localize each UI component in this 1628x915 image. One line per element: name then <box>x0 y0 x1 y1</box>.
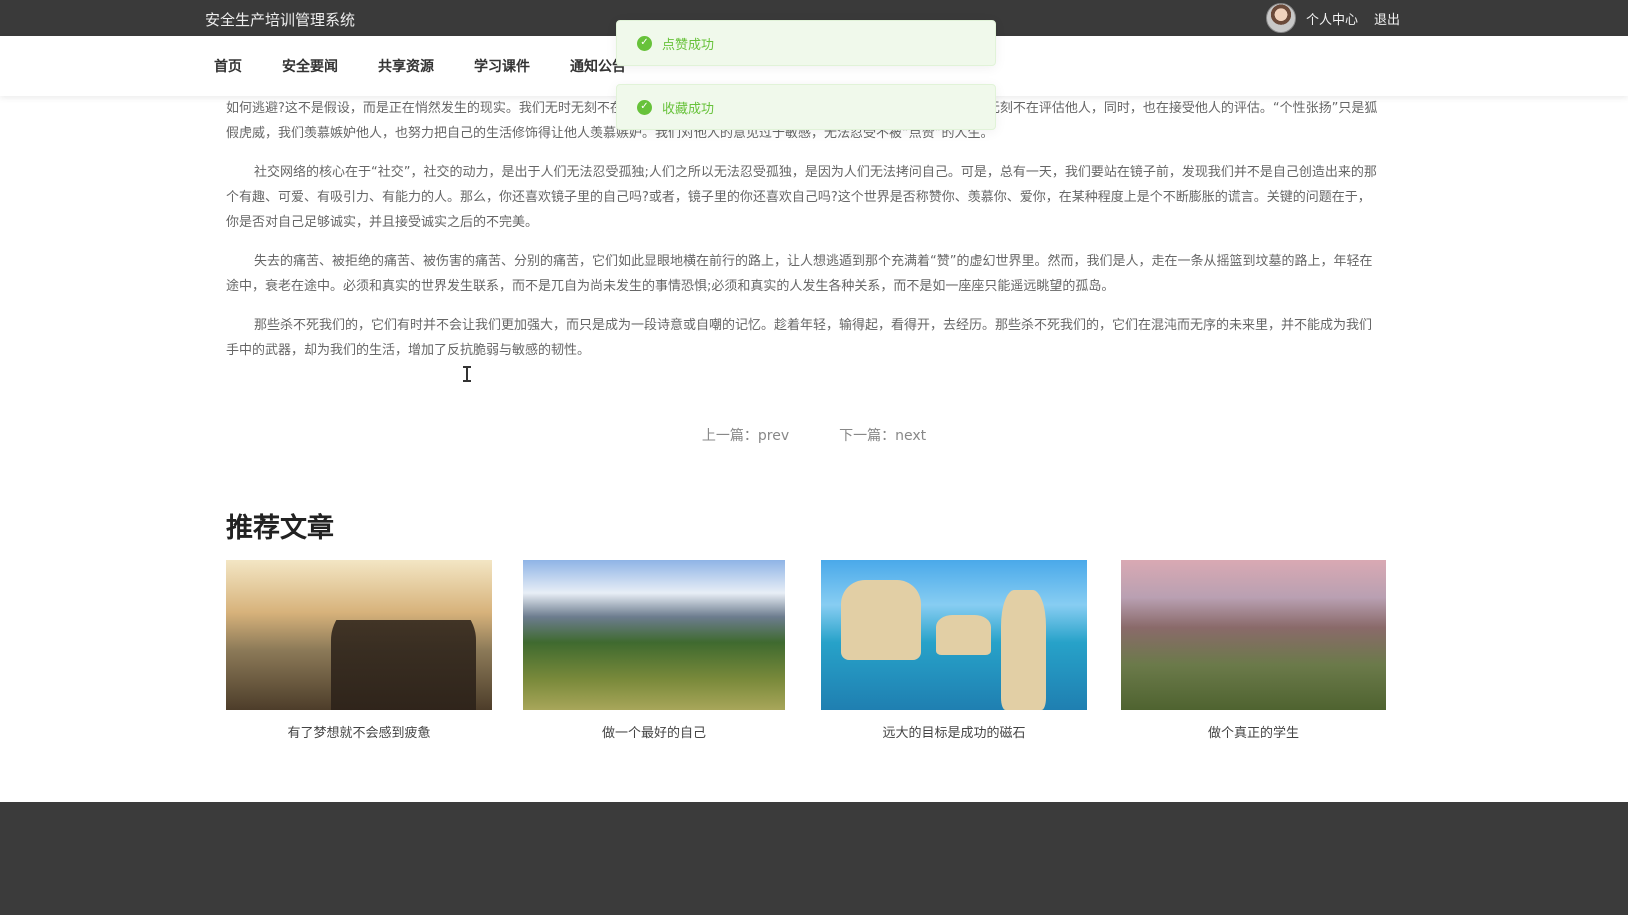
article-body: 如何逃避?这不是假设，而是正在悄然发生的现实。我们无时无刻不在评估他人，同时，也… <box>226 96 1378 377</box>
card-image-alpine-valley[interactable] <box>1121 560 1386 710</box>
recommend-title: 推荐文章 <box>226 513 334 544</box>
rock-shape <box>1001 590 1046 710</box>
next-link[interactable]: 下一篇：next <box>839 425 926 445</box>
article-paragraph: 那些杀不死我们的，它们有时并不会让我们更加强大，而只是成为一段诗意或自嘲的记忆。… <box>226 318 1373 358</box>
toast-message: 收藏成功 <box>662 101 715 117</box>
prev-link[interactable]: 上一篇：prev <box>702 425 789 445</box>
card-caption[interactable]: 做个真正的学生 <box>1121 722 1386 741</box>
recommend-card[interactable]: 做一个最好的自己 <box>523 560 785 741</box>
card-caption[interactable]: 有了梦想就不会感到疲惫 <box>226 722 492 741</box>
rock-shape <box>841 580 921 660</box>
text-cursor-icon <box>463 366 471 382</box>
avatar[interactable] <box>1265 3 1296 33</box>
card-caption[interactable]: 远大的目标是成功的磁石 <box>821 722 1087 741</box>
toast-message: 点赞成功 <box>662 37 715 53</box>
hikers-silhouette <box>331 600 476 710</box>
nav-item-home[interactable]: 首页 <box>214 56 242 76</box>
success-check-icon: ✓ <box>637 35 652 51</box>
footer <box>0 802 1628 915</box>
recommend-card[interactable]: 远大的目标是成功的磁石 <box>821 560 1087 741</box>
pager: 上一篇：prev 下一篇：next <box>0 425 1628 445</box>
card-image-hikers[interactable] <box>226 560 492 710</box>
nav-item-safety-news[interactable]: 安全要闻 <box>282 56 338 76</box>
toast-favorite-success: ✓ 收藏成功 <box>616 84 996 130</box>
rock-shape <box>936 615 991 655</box>
success-check-icon: ✓ <box>637 99 652 115</box>
recommend-card[interactable]: 有了梦想就不会感到疲惫 <box>226 560 492 741</box>
nav-item-shared-resources[interactable]: 共享资源 <box>378 56 434 76</box>
recommend-card[interactable]: 做个真正的学生 <box>1121 560 1386 741</box>
card-image-sea-rocks[interactable] <box>821 560 1087 710</box>
nav-item-courseware[interactable]: 学习课件 <box>474 56 530 76</box>
article-paragraph: 失去的痛苦、被拒绝的痛苦、被伤害的痛苦、分别的痛苦，它们如此显眼地横在前行的路上… <box>226 254 1373 294</box>
toast-like-success: ✓ 点赞成功 <box>616 20 996 66</box>
logout-link[interactable]: 退出 <box>1374 9 1400 28</box>
card-image-mountain-valley[interactable] <box>523 560 785 710</box>
user-center-link[interactable]: 个人中心 <box>1306 9 1358 28</box>
article-paragraph: 社交网络的核心在于“社交”，社交的动力，是出于人们无法忍受孤独;人们之所以无法忍… <box>226 165 1377 230</box>
user-area: 个人中心 退出 <box>1265 3 1400 33</box>
site-title: 安全生产培训管理系统 <box>205 11 356 29</box>
card-caption[interactable]: 做一个最好的自己 <box>523 722 785 741</box>
